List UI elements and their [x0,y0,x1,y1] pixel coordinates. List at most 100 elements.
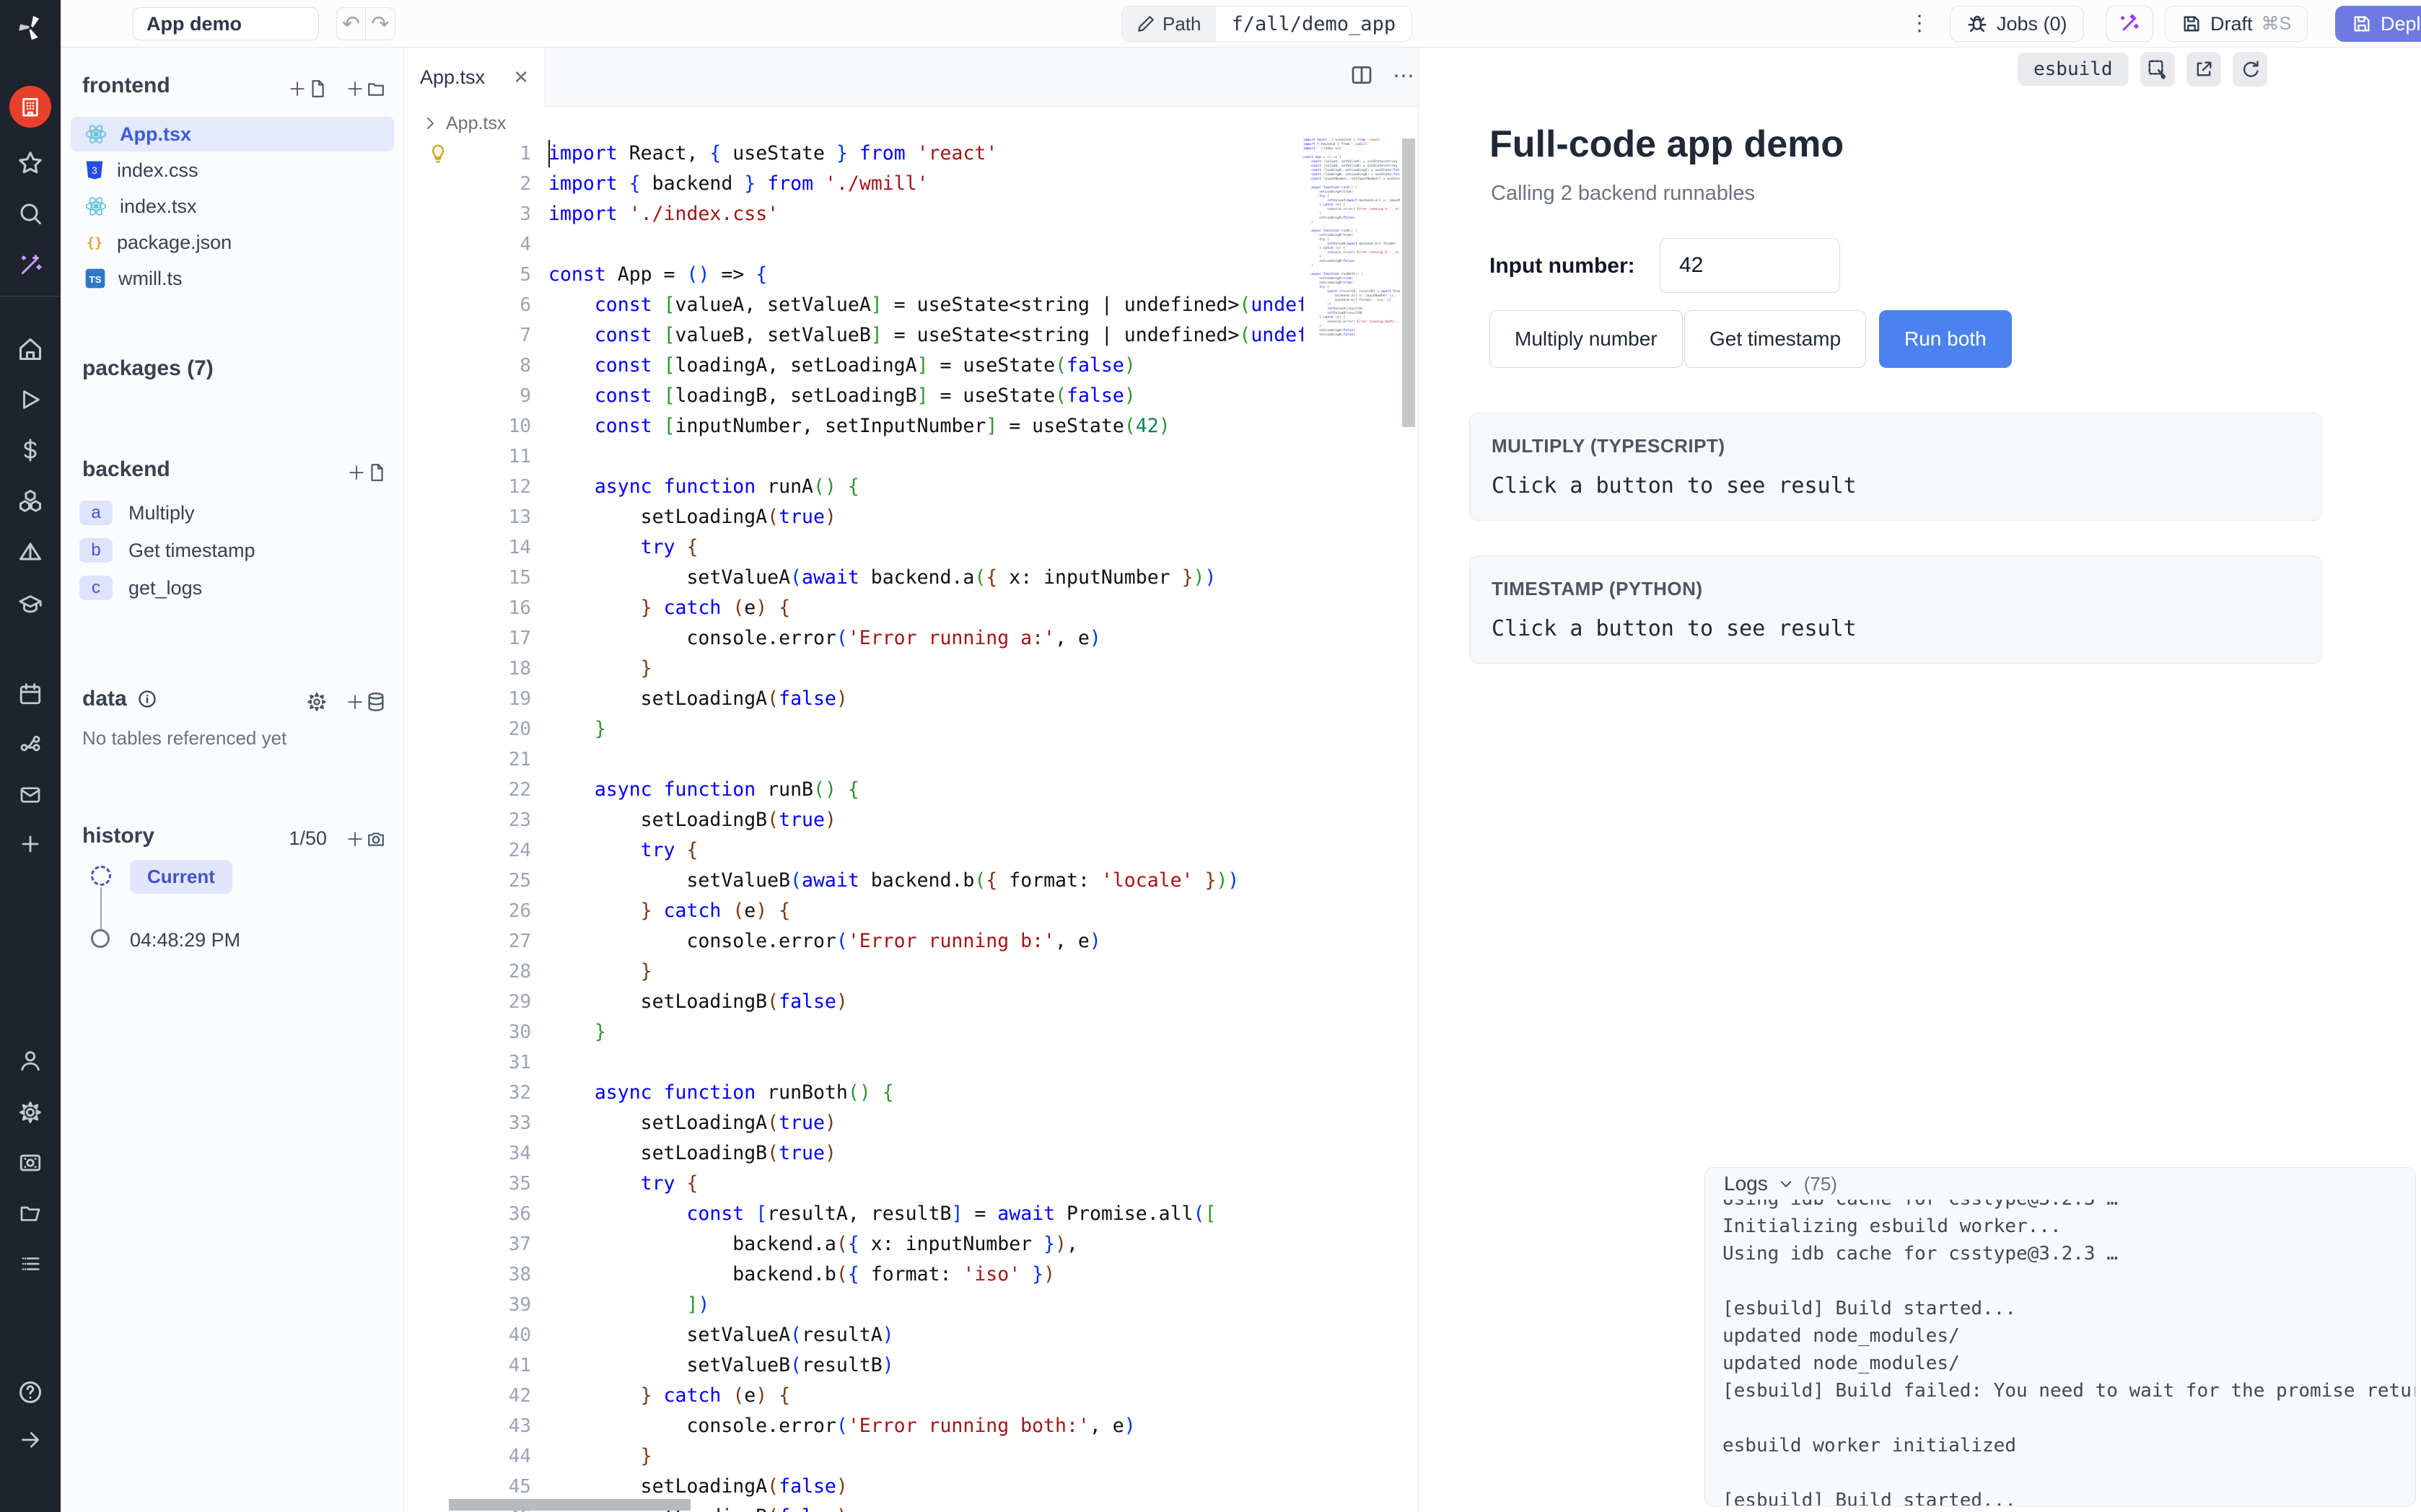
packages-section[interactable]: packages (7) [82,356,214,381]
sidebar-dollar-icon[interactable] [0,428,61,472]
add-runnable-icon[interactable]: ＋ [347,459,386,485]
sidebar-help-icon[interactable] [0,1371,61,1414]
react-file-icon [84,195,108,218]
result-card-multiply: MULTIPLY (TYPESCRIPT) Click a button to … [1469,413,2322,521]
logs-header[interactable]: Logs (75) [1705,1168,2415,1200]
sidebar-flow-icon[interactable] [0,723,61,766]
sidebar-list-icon[interactable] [0,1242,61,1285]
lightbulb-icon[interactable] [427,143,449,164]
close-icon[interactable]: ✕ [513,66,529,89]
data-empty-text: No tables referenced yet [82,727,286,750]
open-external-icon[interactable] [2186,52,2221,87]
runnable-multiply[interactable]: a Multiply [79,501,195,525]
wand-icon [2118,12,2141,35]
ai-wand-button[interactable] [2106,6,2153,42]
file-item-wmill.ts[interactable]: TS wmill.ts [71,261,394,296]
code-text[interactable]: import React, { useState } from 'react'i… [548,139,1303,1512]
code-editor[interactable]: 1234567891011121314151617181920212223242… [404,139,1418,1512]
sidebar-plus-icon[interactable] [0,822,61,866]
logs-output[interactable]: Using idb cache for csstype@3.2.3 …Initi… [1722,1185,2401,1506]
sidebar-calendar-icon[interactable] [0,672,61,716]
css-file-icon: 3 [84,159,105,182]
sidebar-mail-icon[interactable] [0,773,61,817]
chevron-down-icon[interactable] [1778,1176,1794,1192]
history-current-chip[interactable]: Current [130,860,232,894]
sidebar-gear-icon[interactable] [0,1091,61,1134]
sidebar-search-icon[interactable] [0,192,61,235]
file-name: App.tsx [120,123,191,146]
line-number: 3 [437,199,531,229]
add-file-icon[interactable]: ＋ [288,75,327,102]
line-number: 39 [437,1290,531,1320]
add-folder-icon[interactable]: ＋ [346,75,386,102]
preview-app-subtitle: Calling 2 backend runnables [1491,182,1755,206]
file-item-index.tsx[interactable]: index.tsx [71,189,394,224]
undo-icon[interactable]: ↶ [337,8,366,40]
explorer-panel: frontend ＋ ＋ App.tsx3 index.css index.ts… [61,48,404,1512]
sidebar-user-icon[interactable] [0,1039,61,1082]
draft-button[interactable]: Draft ⌘S [2165,6,2308,42]
history-node[interactable] [91,929,110,948]
add-table-icon[interactable]: ＋ [346,688,386,715]
deploy-label: Deploy [2381,13,2421,35]
file-item-index.css[interactable]: 3 index.css [71,153,394,188]
file-item-App.tsx[interactable]: App.tsx [71,117,394,151]
sidebar-cubes-icon[interactable] [0,479,61,522]
file-item-package.json[interactable]: {} package.json [71,225,394,260]
multiply-number-button[interactable]: Multiply number [1489,310,1683,368]
undo-redo-group: ↶ ↷ [336,7,395,40]
breadcrumb[interactable]: App.tsx [421,108,506,139]
split-editor-icon[interactable] [1349,63,1374,89]
line-number: 15 [437,563,531,593]
sidebar-graduation-icon[interactable] [0,583,61,626]
refresh-icon[interactable] [2233,52,2267,87]
kebab-menu-icon[interactable]: ⋮ [1905,9,1934,38]
result-card-title: TIMESTAMP (PYTHON) [1492,578,2300,600]
draft-shortcut: ⌘S [2262,13,2292,35]
bundler-badge: esbuild [2018,53,2129,86]
vertical-scrollbar[interactable] [1402,139,1415,427]
number-input[interactable] [1660,238,1840,293]
more-options-icon[interactable]: ⋯ [1393,63,1417,89]
line-number: 30 [437,1017,531,1047]
minimap[interactable]: import React, { useState } from 'react'i… [1303,139,1400,355]
jobs-button[interactable]: Jobs (0) [1950,6,2084,42]
result-card-body: Click a button to see result [1492,473,2300,498]
sidebar-play-icon[interactable] [0,378,61,421]
runnable-get-timestamp[interactable]: b Get timestamp [79,538,255,563]
deploy-button[interactable]: Deploy [2335,6,2421,42]
run-both-button[interactable]: Run both [1879,310,2012,368]
data-settings-icon[interactable] [307,692,327,712]
sidebar-prism-icon[interactable] [0,531,61,574]
redo-icon[interactable]: ↷ [366,8,395,40]
sidebar-star-icon[interactable] [0,141,61,185]
path-chip[interactable]: Path f/all/demo_app [1121,6,1412,42]
data-section-title: data [82,687,157,711]
runnable-get_logs[interactable]: c get_logs [79,576,202,600]
history-timestamp[interactable]: 04:48:29 PM [130,929,240,951]
sidebar-workspace-icon[interactable] [0,85,61,128]
line-number: 27 [437,926,531,957]
windmill-logo-icon[interactable] [0,6,61,49]
file-name: index.css [117,159,198,182]
line-number: 4 [437,229,531,260]
app-name-input[interactable] [133,7,319,40]
line-number: 11 [437,441,531,472]
horizontal-scrollbar[interactable] [449,1499,691,1511]
sidebar-home-icon[interactable] [0,328,61,371]
snapshot-icon[interactable]: ＋ [346,825,386,852]
path-label-segment[interactable]: Path [1122,6,1216,41]
sidebar-wand-icon[interactable] [0,244,61,287]
sidebar-gearbox-icon[interactable] [0,1141,61,1184]
tab-app-tsx[interactable]: App.tsx ✕ [404,48,546,107]
sidebar-folder-icon[interactable] [0,1192,61,1235]
get-timestamp-button[interactable]: Get timestamp [1684,310,1866,368]
line-number: 13 [437,502,531,532]
inspect-element-icon[interactable] [2140,52,2175,87]
line-number: 12 [437,472,531,502]
line-number: 34 [437,1138,531,1169]
sidebar-arrow-right-icon[interactable] [0,1418,61,1462]
line-number: 2 [437,169,531,199]
draft-label: Draft [2210,13,2253,35]
pencil-icon [1137,14,1155,33]
